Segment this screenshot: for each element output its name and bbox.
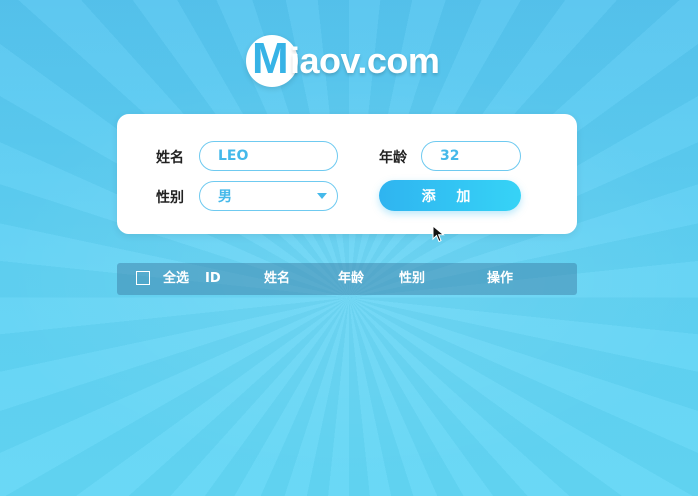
column-header-gender: 性别 [399,271,426,286]
column-header-id: ID [205,271,221,286]
age-input[interactable]: 32 [421,141,521,171]
add-button[interactable]: 添 加 [379,180,521,211]
user-table-header: 全选 ID 姓名 年龄 性别 操作 [117,263,577,295]
chevron-down-icon [317,193,327,199]
logo-text: iaov.com [290,40,440,81]
age-input-value: 32 [440,148,460,164]
select-all-label: 全选 [163,271,190,286]
column-header-name: 姓名 [264,271,291,286]
site-logo: M iaov.com [246,33,456,87]
column-header-age: 年龄 [338,271,365,286]
add-user-form: 姓名 LEO 年龄 32 性别 男 添 加 [117,114,577,234]
gender-label: 性别 [156,190,184,206]
gender-select[interactable]: 男 [199,181,338,211]
select-all-checkbox[interactable] [136,271,150,285]
age-label: 年龄 [379,150,407,166]
gender-select-value: 男 [218,189,232,205]
column-header-actions: 操作 [487,271,514,286]
name-input-value: LEO [218,148,249,164]
name-label: 姓名 [156,150,184,166]
mouse-cursor-icon [432,225,445,243]
name-input[interactable]: LEO [199,141,338,171]
